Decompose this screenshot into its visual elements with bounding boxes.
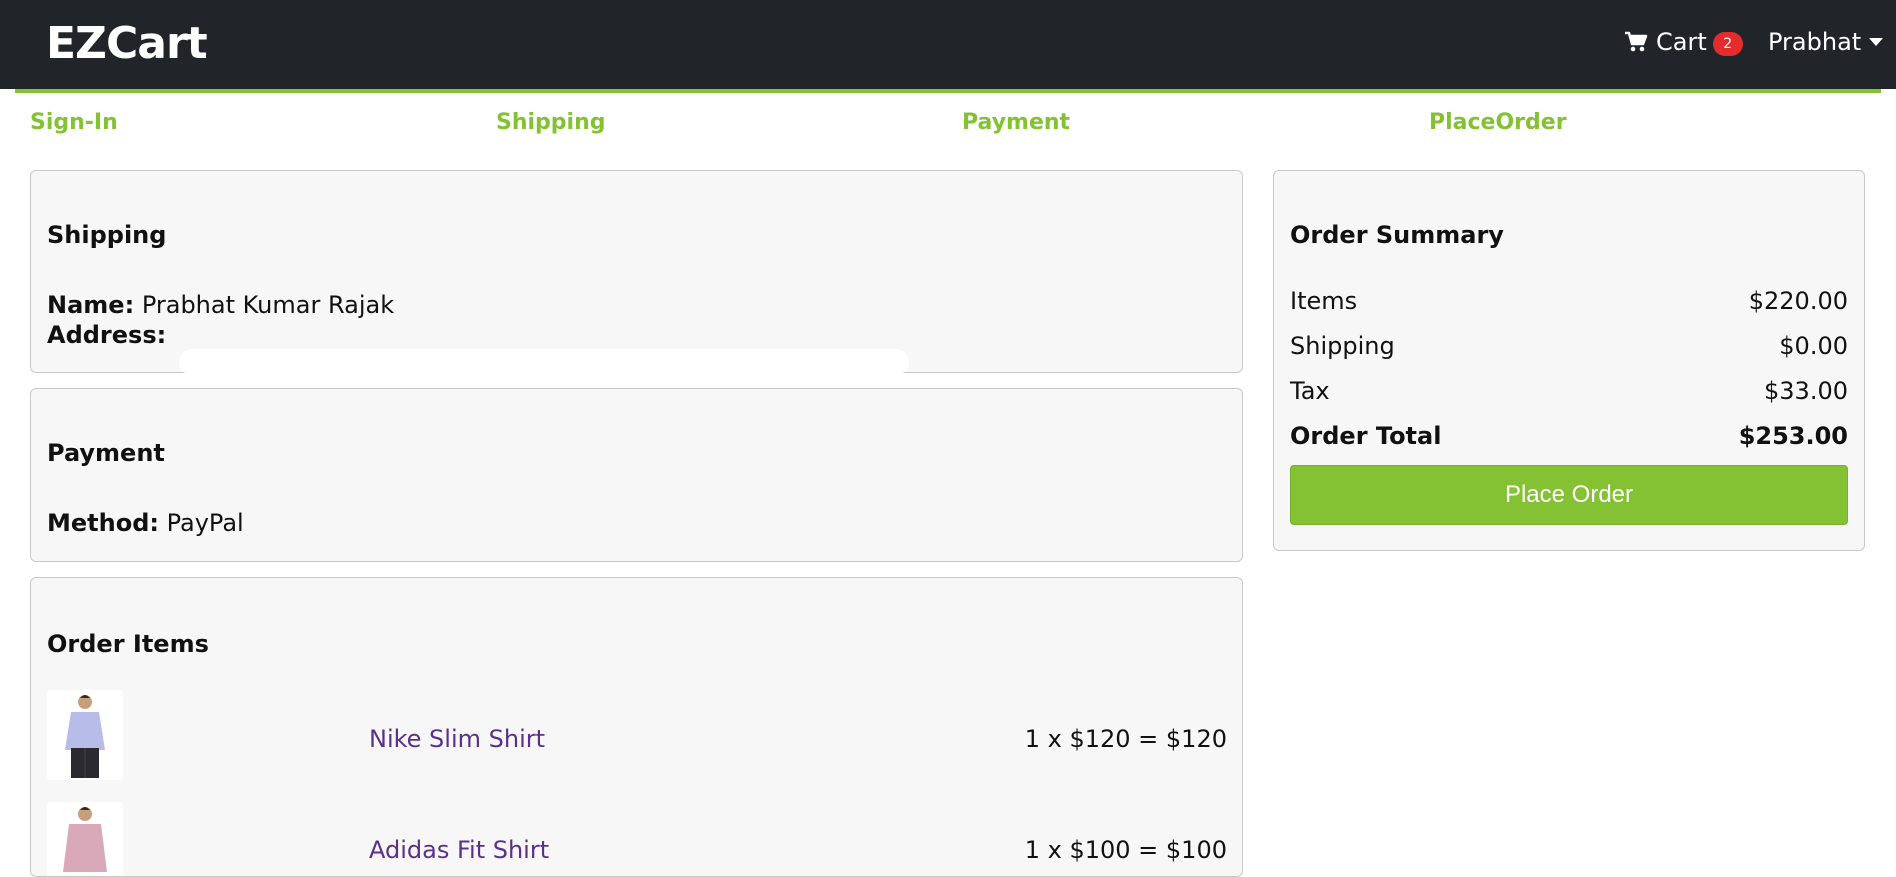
cart-icon (1625, 31, 1648, 52)
place-order-button[interactable]: Place Order (1290, 465, 1848, 525)
order-summary-title: Order Summary (1290, 221, 1504, 249)
payment-title: Payment (47, 439, 165, 467)
summary-row-order-total: Order Total $253.00 (1290, 422, 1848, 450)
step-place-order[interactable]: PlaceOrder (1429, 110, 1567, 135)
shipping-card: Shipping Name: Prabhat Kumar Rajak Addre… (30, 170, 1243, 375)
step-payment[interactable]: Payment (962, 110, 1070, 135)
order-item-name[interactable]: Nike Slim Shirt (369, 725, 545, 753)
shipping-title: Shipping (47, 221, 167, 249)
address-redaction (179, 349, 909, 375)
brand-logo[interactable]: EZCart (46, 18, 208, 69)
order-items-card: Order Items Nike Slim Shirt 1 x $120 = $… (30, 577, 1243, 877)
payment-method: Method: PayPal (47, 509, 244, 537)
order-summary-card: Order Summary Items $220.00 Shipping $0.… (1273, 170, 1865, 551)
order-item-price: 1 x $120 = $120 (1024, 725, 1227, 753)
summary-value: $0.00 (1779, 332, 1848, 360)
summary-value: $253.00 (1738, 422, 1848, 450)
shirt-model-image (47, 802, 123, 876)
shipping-name: Name: Prabhat Kumar Rajak (47, 291, 394, 319)
summary-label: Tax (1290, 377, 1330, 405)
product-image[interactable] (47, 690, 123, 780)
method-label: Method: (47, 509, 159, 537)
summary-value: $33.00 (1764, 377, 1848, 405)
method-value: PayPal (166, 509, 244, 537)
shirt-model-image (47, 690, 123, 780)
summary-row-items: Items $220.00 (1290, 287, 1848, 315)
cart-count-badge: 2 (1712, 32, 1743, 56)
step-sign-in[interactable]: Sign-In (30, 110, 118, 135)
name-label: Name: (47, 291, 135, 319)
address-label: Address: (47, 321, 167, 349)
summary-label: Order Total (1290, 422, 1442, 450)
name-value: Prabhat Kumar Rajak (141, 291, 395, 319)
cart-link[interactable]: Cart 2 (1624, 28, 1743, 56)
payment-card: Payment Method: PayPal (30, 388, 1243, 562)
checkout-steps: Sign-In Shipping Payment PlaceOrder (0, 110, 1896, 142)
order-item-name[interactable]: Adidas Fit Shirt (369, 836, 549, 864)
user-menu-dropdown[interactable]: Prabhat (1768, 28, 1884, 56)
shipping-address: Address: (47, 321, 166, 349)
order-item-price: 1 x $100 = $100 (1024, 836, 1227, 864)
caret-down-icon (1869, 38, 1884, 46)
summary-row-shipping: Shipping $0.00 (1290, 332, 1848, 360)
navbar-accent-line (15, 89, 1881, 93)
summary-label: Shipping (1290, 332, 1395, 360)
navbar: EZCart Cart 2 Prabhat (0, 0, 1896, 89)
cart-label: Cart (1656, 28, 1707, 56)
order-items-title: Order Items (47, 630, 209, 658)
summary-value: $220.00 (1748, 287, 1848, 315)
summary-row-tax: Tax $33.00 (1290, 377, 1848, 405)
step-shipping[interactable]: Shipping (496, 110, 606, 135)
product-image[interactable] (47, 802, 123, 876)
summary-label: Items (1290, 287, 1358, 315)
user-name: Prabhat (1768, 28, 1862, 56)
